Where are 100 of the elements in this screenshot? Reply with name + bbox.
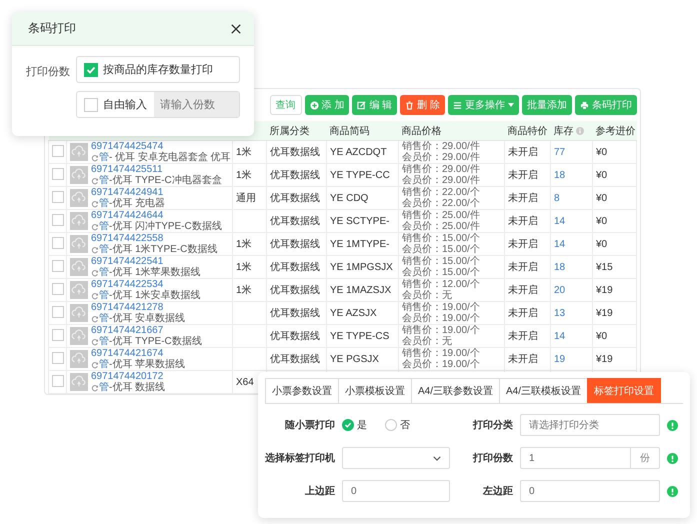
row-checkbox[interactable]: [52, 168, 64, 180]
table-cell: YE SCTYPE-: [330, 216, 390, 226]
stock-link[interactable]: 19: [554, 354, 566, 364]
image-placeholder-icon: [70, 258, 88, 276]
field-label: 打印份数: [472, 452, 513, 465]
radio-option[interactable]: 否: [385, 418, 410, 432]
table-cell: 优耳数据线: [270, 262, 320, 273]
checkbox[interactable]: [84, 62, 98, 76]
radio-label: 是: [357, 419, 367, 432]
close-icon[interactable]: [231, 24, 241, 34]
stock-link[interactable]: 13: [554, 308, 566, 318]
table-cell: YE CDQ: [330, 192, 368, 204]
stock-link[interactable]: 20: [554, 284, 566, 296]
row-checkbox[interactable]: [52, 260, 64, 272]
info-icon: [667, 452, 678, 464]
field-label: 打印分类: [472, 418, 513, 432]
product-barcode[interactable]: 6971474421674: [91, 348, 186, 359]
table-cell: 优耳数据线: [270, 308, 320, 319]
table-cell: 1米: [236, 170, 252, 181]
row-checkbox[interactable]: [52, 306, 64, 318]
toolbar-button[interactable]: 添 加: [304, 95, 350, 115]
product-barcode[interactable]: 6971474425511: [91, 164, 222, 175]
stock-link[interactable]: 8: [554, 192, 560, 204]
row-checkbox[interactable]: [52, 190, 64, 202]
row-checkbox[interactable]: [52, 236, 64, 248]
image-placeholder-icon: [70, 235, 88, 253]
stock-link[interactable]: 18: [554, 170, 566, 180]
refresh-icon: [91, 200, 99, 208]
toolbar-button[interactable]: 查询: [270, 95, 302, 115]
product-name: -优耳 闪冲TYPE-C数据线: [109, 221, 222, 232]
settings-tab[interactable]: 标签打印设置: [587, 378, 662, 403]
radio-button[interactable]: [342, 419, 354, 431]
unit-label: 份: [630, 448, 659, 468]
table-cell: ¥19: [596, 354, 613, 364]
table-cell: 未开启: [508, 193, 538, 204]
product-barcode[interactable]: 6971474424941: [91, 187, 166, 198]
sale-price: 销售价：29.00/件: [402, 141, 481, 152]
text-input[interactable]: 0: [342, 480, 450, 502]
refresh-icon: [91, 268, 99, 276]
product-barcode[interactable]: 6971474421667: [91, 325, 202, 336]
tag-label: 管: [99, 221, 109, 232]
image-placeholder-icon: [70, 166, 88, 184]
table-cell: ¥19: [596, 308, 613, 318]
checkbox-option[interactable]: 按商品的库存数量打印: [76, 56, 240, 83]
row-checkbox[interactable]: [52, 144, 64, 156]
radio-label: 否: [400, 419, 410, 432]
table-cell: 未开启: [508, 239, 538, 250]
table-cell: YE 1MPGSJX: [330, 262, 393, 272]
product-barcode[interactable]: 6971474425474: [91, 141, 231, 152]
table-cell: 1米: [236, 285, 252, 296]
radio-button[interactable]: [385, 419, 397, 431]
row-checkbox[interactable]: [52, 374, 64, 386]
field-label: 选择标签打印机: [265, 452, 335, 465]
stock-link[interactable]: 77: [554, 146, 566, 158]
product-barcode[interactable]: 6971474421278: [91, 302, 186, 313]
table-cell: ¥19: [596, 284, 613, 296]
table-cell: 1米: [236, 262, 252, 273]
member-price: 会员价：无: [402, 290, 453, 301]
column-header: 所属分类: [270, 126, 310, 136]
product-barcode[interactable]: 6971474420172: [91, 371, 166, 382]
toolbar-button[interactable]: 更多操作: [448, 95, 519, 115]
row-checkbox[interactable]: [52, 328, 64, 340]
toolbar-button[interactable]: 编 辑: [352, 95, 398, 115]
settings-tab[interactable]: 小票参数设置: [265, 378, 339, 403]
image-placeholder-icon: [70, 327, 88, 345]
toolbar-button[interactable]: 条码打印: [575, 95, 637, 115]
printer-select[interactable]: [342, 447, 450, 469]
copies-input[interactable]: 1 份: [520, 447, 660, 469]
sale-price: 销售价：22.00/个: [402, 187, 481, 198]
row-checkbox[interactable]: [52, 352, 64, 364]
stock-link[interactable]: 18: [554, 262, 566, 272]
tag-label: 管: [99, 382, 109, 393]
toolbar-button[interactable]: 删 除: [400, 95, 445, 115]
table-cell: 未开启: [508, 170, 538, 181]
member-price: 会员价：15.00/个: [402, 244, 481, 255]
product-name: -优耳 TYPE-C数据线: [109, 336, 202, 347]
table-cell: 优耳数据线: [270, 147, 320, 158]
row-checkbox[interactable]: [52, 282, 64, 294]
refresh-icon: [91, 384, 99, 392]
image-placeholder-icon: [70, 350, 88, 368]
radio-option[interactable]: 是: [342, 418, 367, 432]
product-barcode[interactable]: 6971474422558: [91, 233, 218, 244]
table-cell: 1米: [236, 147, 252, 158]
chevron-down-icon: [433, 456, 441, 460]
stock-link[interactable]: 14: [554, 216, 566, 226]
member-price: 会员价：19.00/个: [402, 313, 481, 324]
table-cell: 优耳数据线: [270, 285, 320, 296]
image-placeholder-icon: [70, 212, 88, 230]
row-checkbox[interactable]: [52, 214, 64, 226]
stock-link[interactable]: 14: [554, 330, 566, 342]
toolbar-button[interactable]: 批量添加: [522, 95, 572, 115]
table-cell: 未开启: [508, 216, 538, 227]
image-placeholder-icon: [70, 143, 88, 161]
stock-link[interactable]: 14: [554, 238, 566, 250]
product-barcode[interactable]: 6971474424644: [91, 210, 222, 221]
text-input[interactable]: 请选择打印分类: [520, 414, 660, 436]
text-input[interactable]: 0: [520, 480, 660, 502]
refresh-icon: [91, 292, 99, 300]
product-barcode[interactable]: 6971474422534: [91, 279, 201, 290]
product-barcode[interactable]: 6971474422541: [91, 256, 201, 267]
